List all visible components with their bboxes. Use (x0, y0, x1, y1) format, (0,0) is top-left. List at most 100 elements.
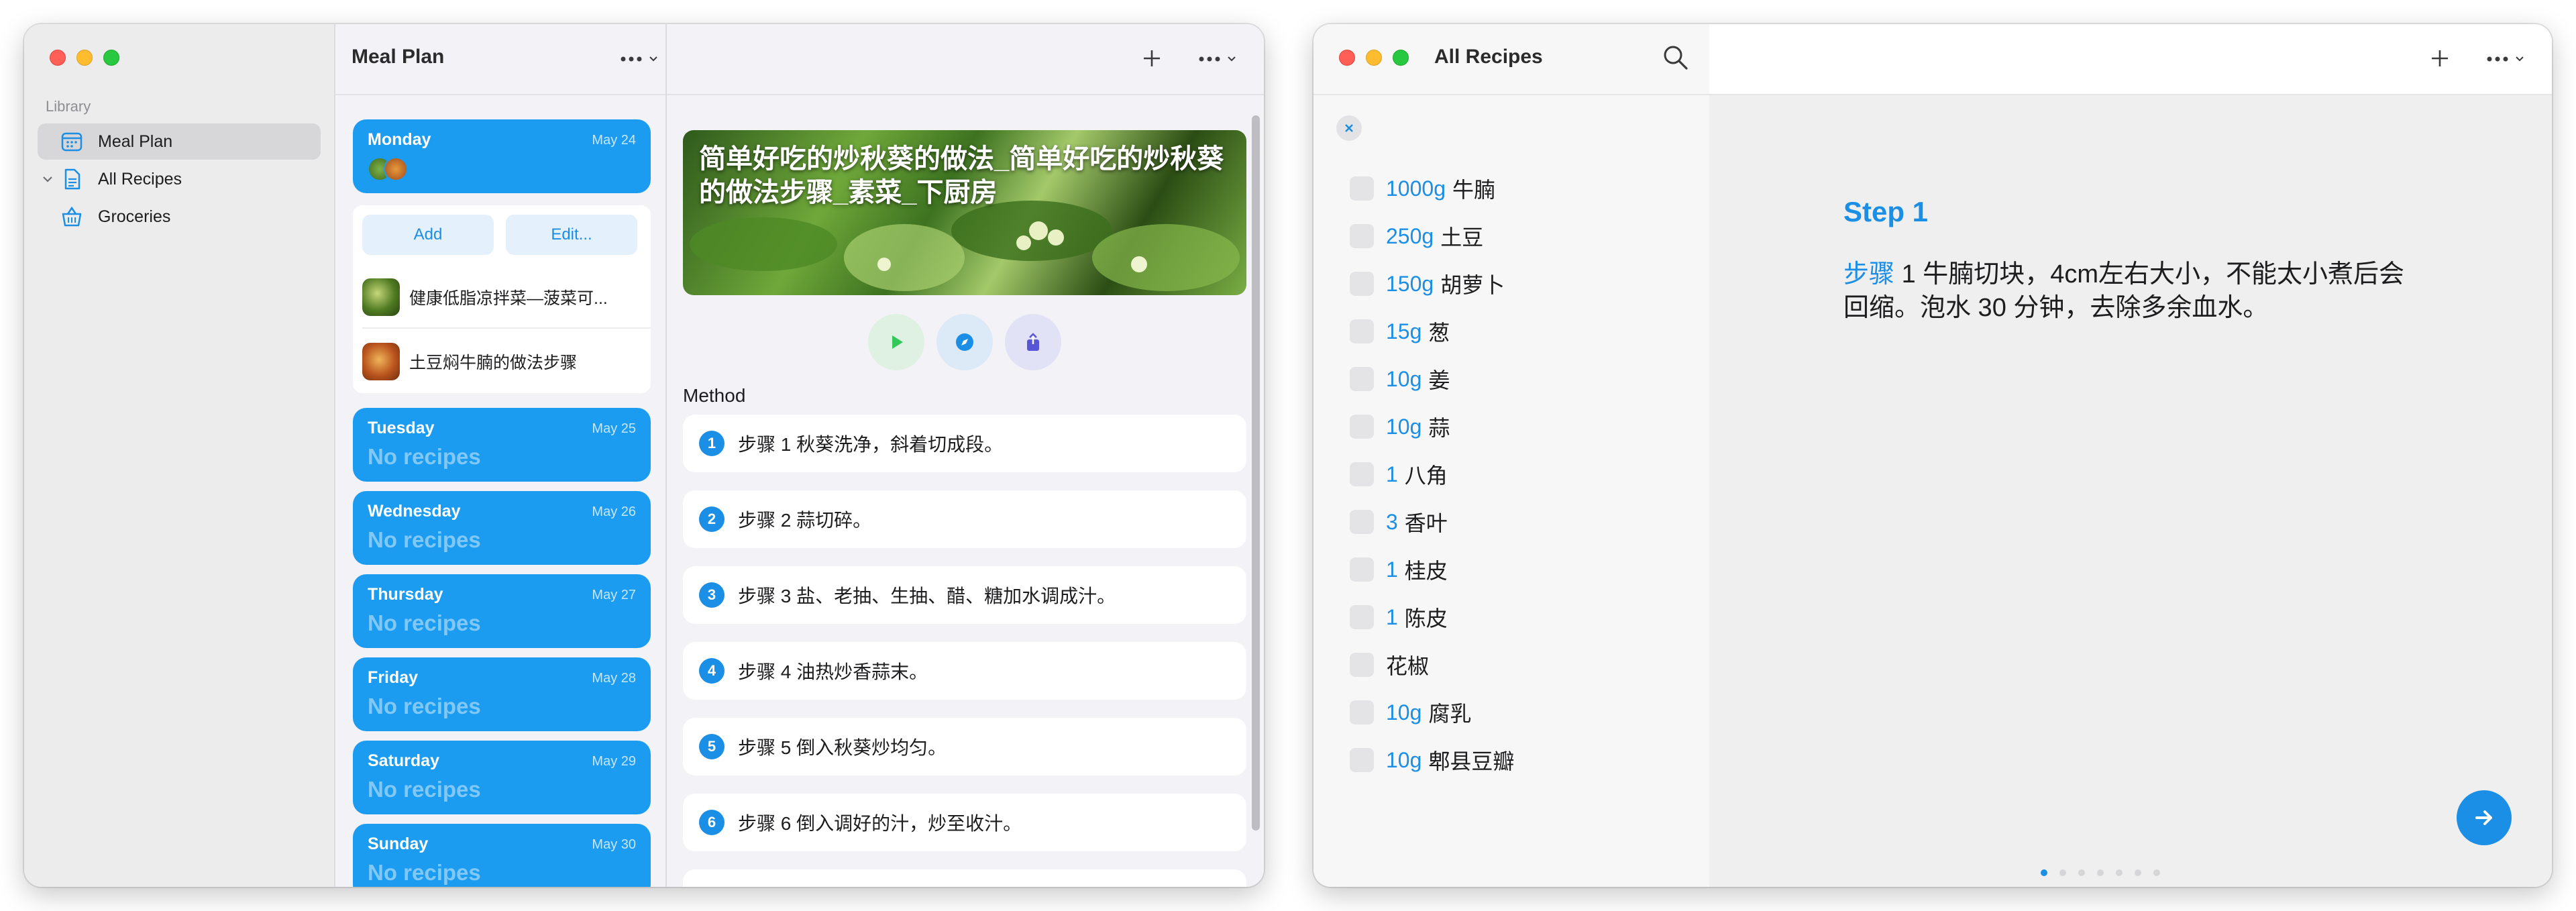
ingredient-checkbox[interactable] (1350, 224, 1374, 248)
day-card-friday[interactable]: Friday May 28 No recipes (353, 657, 651, 731)
zoom-window-button[interactable] (1393, 50, 1409, 66)
recipe-name: 土豆焖牛腩的做法步骤 (409, 354, 578, 372)
day-card-saturday[interactable]: Saturday May 29 No recipes (353, 741, 651, 814)
day-card-thursday[interactable]: Thursday May 27 No recipes (353, 574, 651, 648)
ingredient-checkbox[interactable] (1350, 605, 1374, 629)
sidebar-item-label: Meal Plan (98, 131, 173, 151)
ingredient-row[interactable]: 1 陈皮 (1350, 600, 1448, 634)
page-dot[interactable] (2116, 869, 2123, 876)
day-date: May 24 (592, 133, 636, 148)
day-card-sunday[interactable]: Sunday May 30 No recipes (353, 824, 651, 887)
day-card-wednesday[interactable]: Wednesday May 26 No recipes (353, 491, 651, 565)
page-dot[interactable] (2059, 869, 2066, 876)
ingredient-name: 桂皮 (1404, 559, 1448, 583)
ingredient-name: 腐乳 (1428, 702, 1472, 726)
ingredient-row[interactable]: 15g 葱 (1350, 315, 1450, 348)
step-page-indicator[interactable] (2041, 869, 2160, 876)
safari-button[interactable] (936, 314, 993, 370)
edit-button[interactable]: Edit... (506, 215, 637, 255)
page-dot[interactable] (2078, 869, 2085, 876)
day-date: May 26 (592, 504, 636, 519)
window-title: All Recipes (1434, 46, 1543, 68)
day-name: Sunday (368, 835, 429, 853)
ingredient-name: 牛腩 (1452, 178, 1495, 202)
minimize-window-button[interactable] (76, 50, 93, 66)
ingredient-quantity: 10g (1386, 414, 1422, 439)
ingredient-checkbox[interactable] (1350, 319, 1374, 343)
ingredient-row[interactable]: 1 桂皮 (1350, 553, 1448, 586)
list-item[interactable]: 土豆焖牛腩的做法步骤 (362, 338, 644, 385)
next-step-button[interactable] (2457, 790, 2512, 845)
ingredient-row[interactable]: 1 八角 (1350, 458, 1448, 491)
document-icon (60, 168, 83, 191)
ingredient-row[interactable]: 10g 蒜 (1350, 410, 1450, 443)
ingredients-pane: All Recipes 1000g 牛腩 250g 土豆 150g 胡萝卜 15… (1313, 24, 1709, 887)
ingredient-checkbox[interactable] (1350, 510, 1374, 534)
ingredient-checkbox[interactable] (1350, 272, 1374, 296)
play-button[interactable] (868, 314, 924, 370)
ingredient-checkbox[interactable] (1350, 557, 1374, 582)
ingredient-checkbox[interactable] (1350, 367, 1374, 391)
ingredient-checkbox[interactable] (1350, 462, 1374, 486)
all-recipes-window: All Recipes 1000g 牛腩 250g 土豆 150g 胡萝卜 15… (1313, 24, 2552, 887)
recipe-thumbnail (362, 278, 400, 316)
ingredient-row[interactable]: 1000g 牛腩 (1350, 172, 1495, 205)
sidebar-item-groceries[interactable]: Groceries (38, 199, 321, 235)
ingredient-name: 八角 (1404, 464, 1448, 488)
day-date: May 27 (592, 588, 636, 602)
step-text: 1 牛腩切块，4cm左右大小，不能太小煮后会回缩。泡水 30 分钟，去除多余血水… (1843, 260, 2405, 322)
ingredient-row[interactable]: 10g 姜 (1350, 362, 1450, 396)
toolbar-divider (335, 94, 665, 95)
add-icon[interactable] (1140, 47, 1163, 73)
compass-icon (956, 333, 973, 351)
more-menu-button[interactable] (1198, 54, 1237, 64)
day-card-monday[interactable]: Monday May 24 (353, 119, 651, 193)
ingredient-checkbox[interactable] (1350, 748, 1374, 772)
sidebar-item-meal-plan[interactable]: Meal Plan (38, 123, 321, 160)
page-dot[interactable] (2153, 869, 2160, 876)
ingredient-quantity: 250g (1386, 223, 1434, 248)
day-card-tuesday[interactable]: Tuesday May 25 No recipes (353, 408, 651, 482)
add-icon[interactable] (2428, 47, 2451, 73)
calendar-icon (60, 130, 83, 153)
toolbar-divider (1313, 94, 1709, 95)
share-button[interactable] (1005, 314, 1061, 370)
close-window-button[interactable] (50, 50, 66, 66)
ingredient-checkbox[interactable] (1350, 700, 1374, 725)
more-menu-button[interactable] (620, 54, 659, 64)
ingredient-quantity: 1 (1386, 462, 1398, 486)
close-icon[interactable] (1336, 115, 1362, 141)
list-item[interactable]: 健康低脂凉拌菜—菠菜可... (362, 274, 644, 321)
page-dot[interactable] (2135, 869, 2141, 876)
chevron-down-icon (649, 56, 657, 62)
divider (362, 327, 651, 329)
ingredient-checkbox[interactable] (1350, 653, 1374, 677)
arrow-right-icon (2475, 810, 2492, 825)
day-name: Tuesday (368, 419, 435, 437)
minimize-window-button[interactable] (1366, 50, 1382, 66)
share-icon (1027, 333, 1039, 351)
ingredient-name: 郫县豆瓣 (1428, 749, 1515, 773)
day-date: May 25 (592, 421, 636, 436)
ingredient-checkbox[interactable] (1350, 415, 1374, 439)
search-icon[interactable] (1661, 43, 1690, 76)
ingredient-row[interactable]: 250g 土豆 (1350, 219, 1483, 253)
ellipsis-icon (1199, 56, 1220, 62)
step-pane (1709, 24, 2552, 887)
ingredient-checkbox[interactable] (1350, 176, 1374, 201)
page-dot[interactable] (2097, 869, 2104, 876)
scrollbar[interactable] (1252, 115, 1260, 830)
ingredient-row[interactable]: 150g 胡萝卜 (1350, 267, 1505, 301)
ingredient-row[interactable]: 10g 郫县豆瓣 (1350, 743, 1514, 777)
sidebar-item-all-recipes[interactable]: All Recipes (38, 161, 321, 197)
zoom-window-button[interactable] (103, 50, 119, 66)
page-dot[interactable] (2041, 869, 2047, 876)
ingredient-row[interactable]: 10g 腐乳 (1350, 696, 1471, 729)
close-window-button[interactable] (1339, 50, 1355, 66)
chevron-down-icon[interactable] (38, 161, 58, 197)
add-button[interactable]: Add (362, 215, 494, 255)
ingredient-row[interactable]: 3 香叶 (1350, 505, 1448, 539)
ingredient-quantity: 10g (1386, 700, 1422, 725)
more-menu-button[interactable] (2486, 54, 2525, 64)
ingredient-row[interactable]: 花椒 (1350, 648, 1429, 682)
